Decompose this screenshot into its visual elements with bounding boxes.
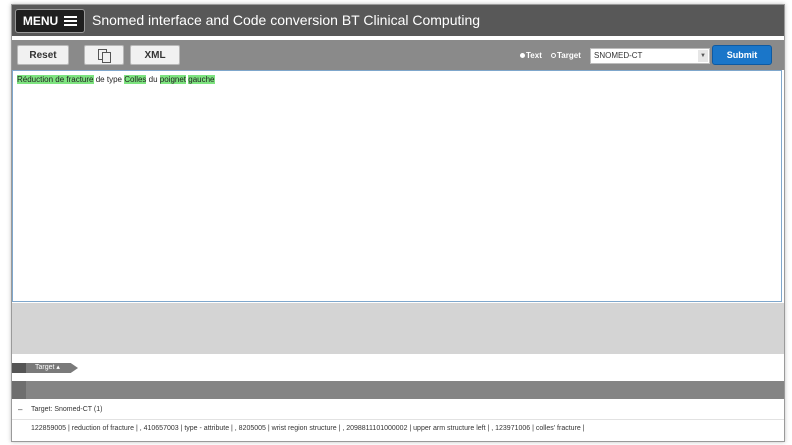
radio-text-dot[interactable] (520, 53, 525, 58)
header-bar: MENU Snomed interface and Code conversio… (12, 5, 784, 36)
collapse-icon[interactable]: – (18, 401, 22, 418)
submit-button[interactable]: Submit (712, 45, 772, 65)
app-window: MENU Snomed interface and Code conversio… (11, 4, 785, 442)
result-group-row[interactable]: – Target: Snomed-CT (1) (12, 401, 784, 418)
results-header-bar (12, 381, 784, 399)
target-tab-handle (12, 363, 26, 373)
highlighted-term: Réduction de fracture (17, 75, 94, 84)
highlighted-term: gauche (188, 75, 215, 84)
radio-target-label: Target (557, 51, 581, 60)
radio-target-dot[interactable] (551, 53, 556, 58)
target-select[interactable]: SNOMED-CT ▼ (590, 48, 710, 64)
gray-panel (12, 303, 784, 354)
radio-target[interactable]: Target (551, 51, 581, 60)
editor-content: Réduction de fracture de type Colles du … (17, 75, 215, 84)
highlighted-term: poignet (159, 75, 187, 84)
result-codes-text: 122859005 | reduction of fracture | , 41… (31, 425, 585, 432)
highlighted-term: Colles (124, 75, 147, 84)
app-title: Snomed interface and Code conversion BT … (92, 12, 481, 28)
target-select-value: SNOMED-CT (594, 51, 643, 60)
result-group-label: Target: Snomed-CT (1) (31, 406, 103, 413)
menu-button[interactable]: MENU (15, 9, 85, 33)
editor-text-segment: du (146, 75, 160, 84)
chevron-down-icon[interactable]: ▼ (698, 50, 708, 62)
toolbar: Reset XML Text Target SNOMED-CT ▼ Submit (12, 40, 784, 70)
text-editor[interactable]: Réduction de fracture de type Colles du … (12, 70, 782, 302)
results-header-cell (12, 381, 26, 399)
results-panel: – Target: Snomed-CT (1) 122859005 | redu… (12, 399, 784, 441)
copy-icon (98, 49, 111, 63)
menu-label: MENU (22, 14, 59, 28)
radio-text-label: Text (526, 51, 542, 60)
target-tab-row: Target ▴ (12, 354, 784, 380)
target-tab[interactable]: Target ▴ (12, 363, 86, 373)
target-tab-label: Target ▴ (26, 363, 78, 373)
result-codes-row[interactable]: 122859005 | reduction of fracture | , 41… (12, 419, 784, 437)
reset-button[interactable]: Reset (17, 45, 69, 65)
editor-text-segment: de type (93, 75, 125, 84)
xml-button[interactable]: XML (130, 45, 180, 65)
copy-button[interactable] (84, 45, 124, 65)
hamburger-icon (64, 16, 78, 26)
radio-text[interactable]: Text (520, 51, 542, 60)
